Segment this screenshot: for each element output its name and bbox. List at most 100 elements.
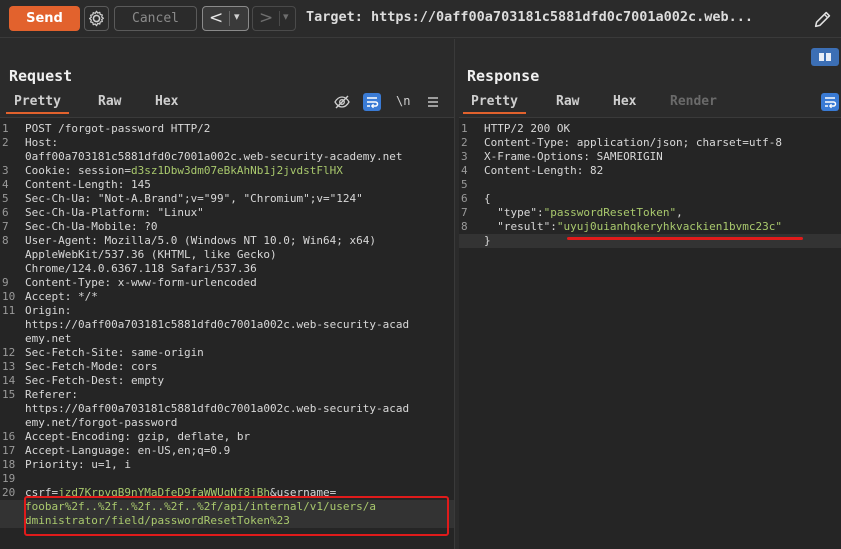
code-line[interactable]: 2 Host: xyxy=(0,136,454,150)
forward-arrow-icon: > xyxy=(259,8,274,28)
code-line[interactable]: https://0aff00a703181c5881dfd0c7001a002c… xyxy=(0,318,454,332)
hide-eye-icon[interactable] xyxy=(333,93,351,111)
response-code[interactable]: 1 HTTP/2 200 OK 2 Content-Type: application… xyxy=(459,122,841,248)
code-line[interactable]: 15 Referer: xyxy=(0,388,454,402)
settings-button[interactable] xyxy=(84,6,109,31)
line-number: 6 xyxy=(2,206,9,219)
line-text: AppleWebKit/537.36 (KHTML, like Gecko) xyxy=(25,248,454,262)
code-line[interactable]: 3 Cookie: session=d3sz1Dbw3dm07eBkAhNb1j2… xyxy=(0,164,454,178)
line-text: Host: xyxy=(25,136,454,150)
code-line[interactable]: emy.net/forgot-password xyxy=(0,416,454,430)
code-token: Sec-Ch-Ua-Mobile: ?0 xyxy=(25,220,158,233)
code-line[interactable]: 5 xyxy=(459,178,841,192)
show-newlines-button[interactable]: \n xyxy=(396,94,410,108)
line-text: Sec-Ch-Ua-Mobile: ?0 xyxy=(25,220,454,234)
underline-annotation xyxy=(567,237,803,240)
menu-icon[interactable] xyxy=(424,93,442,111)
code-line[interactable]: https://0aff00a703181c5881dfd0c7001a002c… xyxy=(0,402,454,416)
code-line[interactable]: 1 HTTP/2 200 OK xyxy=(459,122,841,136)
line-text: X-Frame-Options: SAMEORIGIN xyxy=(484,150,841,164)
code-token: { xyxy=(484,192,491,205)
code-line[interactable]: 0aff00a703181c5881dfd0c7001a002c.web-sec… xyxy=(0,150,454,164)
tab-hex[interactable]: Hex xyxy=(155,94,178,109)
gear-icon xyxy=(88,10,105,27)
pencil-icon[interactable] xyxy=(812,8,834,30)
line-text: Content-Length: 145 xyxy=(25,178,454,192)
forward-button[interactable]: > ▾ xyxy=(252,6,296,31)
send-button[interactable]: Send xyxy=(9,6,80,31)
code-line[interactable]: 13 Sec-Fetch-Mode: cors xyxy=(0,360,454,374)
code-token: Priority: u=1, i xyxy=(25,458,131,471)
line-number: 8 xyxy=(461,220,468,233)
line-number: 3 xyxy=(2,164,9,177)
line-text: "result":"uyuj0uianhqkeryhkvackien1bvmc2… xyxy=(484,220,841,234)
code-line[interactable]: 6 Sec-Ch-Ua-Platform: "Linux" xyxy=(0,206,454,220)
line-number: 20 xyxy=(2,486,16,499)
line-number: 4 xyxy=(2,178,9,191)
code-line[interactable]: AppleWebKit/537.36 (KHTML, like Gecko) xyxy=(0,248,454,262)
code-line[interactable]: 1 POST /forgot-password HTTP/2 xyxy=(0,122,454,136)
tab-pretty[interactable]: Pretty xyxy=(6,94,69,114)
code-line[interactable]: 9 Content-Type: x-www-form-urlencoded xyxy=(0,276,454,290)
code-line[interactable]: 12 Sec-Fetch-Site: same-origin xyxy=(0,346,454,360)
code-line[interactable]: 2 Content-Type: application/json; charset… xyxy=(459,136,841,150)
code-line[interactable]: 6{ xyxy=(459,192,841,206)
code-line[interactable]: Chrome/124.0.6367.118 Safari/537.36 xyxy=(0,262,454,276)
code-line[interactable]: 3 X-Frame-Options: SAMEORIGIN xyxy=(459,150,841,164)
code-token: https://0aff00a703181c5881dfd0c7001a002c… xyxy=(25,318,410,331)
code-token: 0aff00a703181c5881dfd0c7001a002c.web-sec… xyxy=(25,150,403,163)
line-text: POST /forgot-password HTTP/2 xyxy=(25,122,454,136)
line-text: https://0aff00a703181c5881dfd0c7001a002c… xyxy=(25,402,454,416)
code-line[interactable]: 17 Accept-Language: en-US,en;q=0.9 xyxy=(0,444,454,458)
line-text: HTTP/2 200 OK xyxy=(484,122,841,136)
line-text: emy.net xyxy=(25,332,454,346)
line-number: 13 xyxy=(2,360,16,373)
code-line[interactable]: 18 Priority: u=1, i xyxy=(0,458,454,472)
code-line[interactable]: 14 Sec-Fetch-Dest: empty xyxy=(0,374,454,388)
cancel-button[interactable]: Cancel xyxy=(114,6,197,31)
line-number: 6 xyxy=(461,192,468,205)
line-number: 14 xyxy=(2,374,16,387)
code-token: Host: xyxy=(25,136,59,149)
line-text: Referer: xyxy=(25,388,454,402)
tab-raw[interactable]: Raw xyxy=(556,94,579,109)
wrap-lines-button[interactable] xyxy=(821,93,839,111)
back-button[interactable]: < ▾ xyxy=(202,6,249,31)
line-text: Priority: u=1, i xyxy=(25,458,454,472)
code-line[interactable]: 4 Content-Length: 145 xyxy=(0,178,454,192)
line-text: Sec-Ch-Ua: "Not-A.Brand";v="99", "Chromi… xyxy=(25,192,454,206)
code-token: Chrome/124.0.6367.118 Safari/537.36 xyxy=(25,262,257,275)
tab-pretty[interactable]: Pretty xyxy=(463,94,526,114)
code-line[interactable]: 5 Sec-Ch-Ua: "Not-A.Brand";v="99", "Chrom… xyxy=(0,192,454,206)
code-line[interactable]: 7 "type":"passwordResetToken", xyxy=(459,206,841,220)
response-panel: Response Pretty Raw Hex Render 1 HTTP/2 2… xyxy=(459,39,841,549)
code-token: https://0aff00a703181c5881dfd0c7001a002c… xyxy=(25,402,410,415)
code-token: X-Frame-Options: SAMEORIGIN xyxy=(484,150,663,163)
wrap-lines-button[interactable] xyxy=(363,93,381,111)
code-line[interactable]: 4 Content-Length: 82 xyxy=(459,164,841,178)
code-line[interactable]: 10 Accept: */* xyxy=(0,290,454,304)
tab-hex[interactable]: Hex xyxy=(613,94,636,109)
back-dropdown-icon[interactable]: ▾ xyxy=(234,10,240,23)
code-line[interactable]: 19 xyxy=(0,472,454,486)
line-number xyxy=(459,234,484,248)
code-line[interactable]: 16 Accept-Encoding: gzip, deflate, br xyxy=(0,430,454,444)
code-line[interactable]: emy.net xyxy=(0,332,454,346)
line-number: 16 xyxy=(2,430,16,443)
code-token: AppleWebKit/537.36 (KHTML, like Gecko) xyxy=(25,248,277,261)
code-line[interactable]: 11 Origin: xyxy=(0,304,454,318)
request-code[interactable]: 1 POST /forgot-password HTTP/2 2 Host: 0aff0… xyxy=(0,122,454,528)
code-line[interactable]: 7 Sec-Ch-Ua-Mobile: ?0 xyxy=(0,220,454,234)
tab-raw[interactable]: Raw xyxy=(98,94,121,109)
code-line[interactable]: 8 User-Agent: Mozilla/5.0 (Windows NT 10.… xyxy=(0,234,454,248)
line-number: 7 xyxy=(2,220,9,233)
wrap-lines-icon xyxy=(825,97,837,109)
code-token: Accept: */* xyxy=(25,290,98,303)
response-editor[interactable]: 1 HTTP/2 200 OK 2 Content-Type: application… xyxy=(459,117,841,549)
forward-dropdown-icon[interactable]: ▾ xyxy=(283,10,289,23)
code-token: HTTP/2 200 OK xyxy=(484,122,571,135)
line-number: 1 xyxy=(461,122,468,135)
wrap-lines-icon xyxy=(367,97,379,109)
request-editor[interactable]: 1 POST /forgot-password HTTP/2 2 Host: 0aff0… xyxy=(0,117,454,549)
code-line[interactable]: 8 "result":"uyuj0uianhqkeryhkvackien1bvm… xyxy=(459,220,841,234)
